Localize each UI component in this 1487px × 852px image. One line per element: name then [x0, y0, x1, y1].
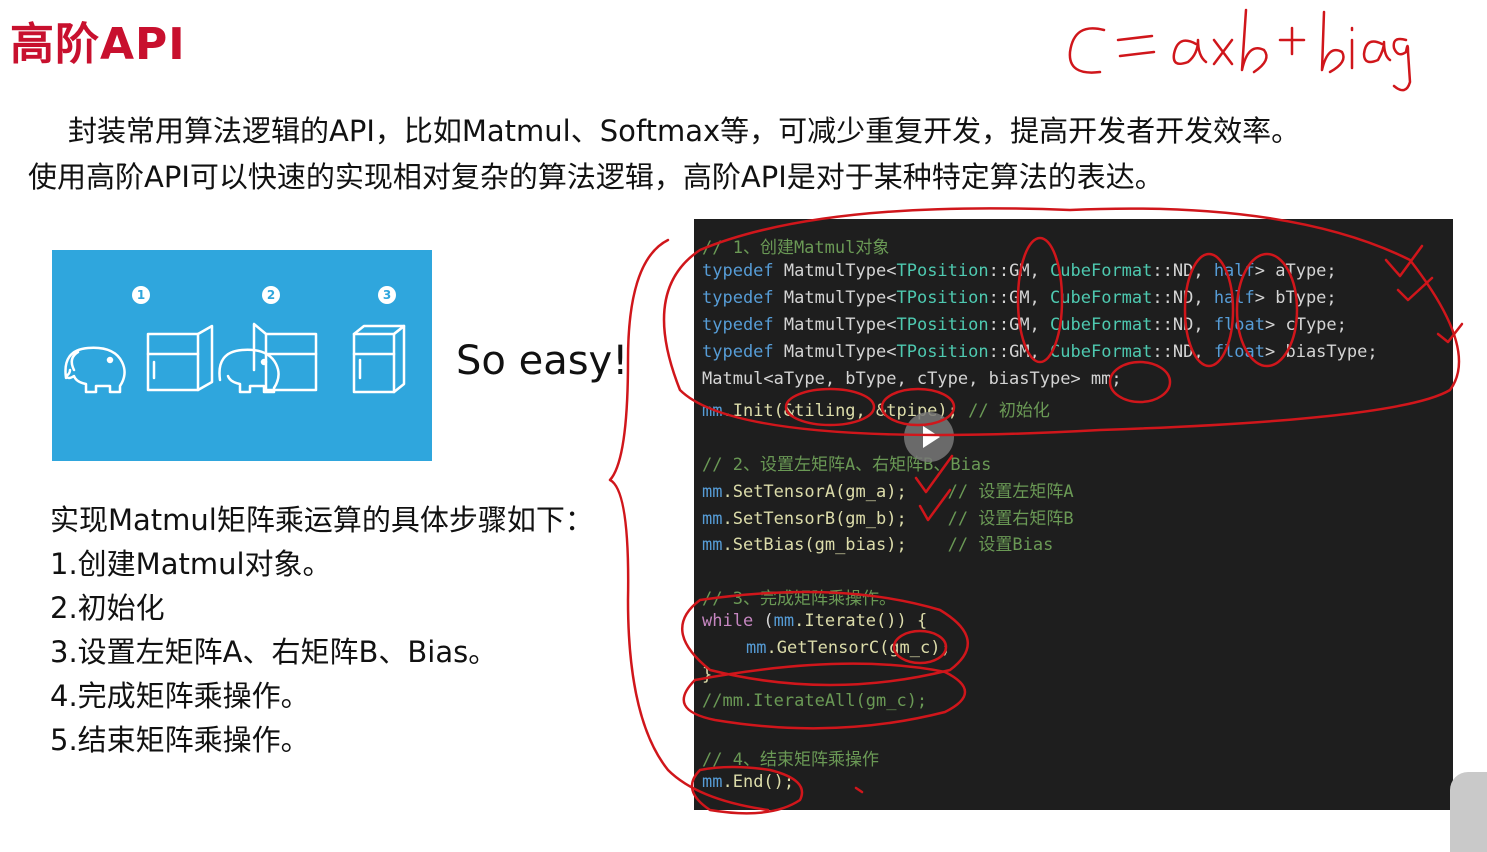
fridge-icon — [146, 324, 214, 392]
so-easy-caption: So easy! — [456, 338, 629, 384]
code-comment: // 3、完成矩阵乘操作。 — [702, 589, 896, 609]
code-token: TPosition — [896, 342, 989, 362]
fridge-icon — [252, 322, 318, 392]
code-token: MatmulType< — [773, 288, 897, 308]
elephant-icon — [218, 348, 280, 394]
code-token: .GetTensorC(gm_c); — [766, 638, 951, 658]
code-token: typedef — [702, 315, 774, 335]
code-token: // 设置左矩阵A — [947, 482, 1074, 502]
code-token: .SetTensorA(gm_a); — [722, 482, 948, 502]
code-token: TPosition — [896, 288, 989, 308]
intro-line-2: 使用高阶API可以快速的实现相对复杂的算法逻辑，高阶API是对于某种特定算法的表… — [28, 160, 1164, 194]
code-token: // 设置右矩阵B — [947, 509, 1074, 529]
code-token: while — [702, 611, 754, 631]
code-line-typedef-bias: typedef MatmulType<TPosition::GM, CubeFo… — [702, 342, 1378, 362]
code-token: TPosition — [896, 261, 989, 281]
code-line-typedef-b: typedef MatmulType<TPosition::GM, CubeFo… — [702, 288, 1337, 308]
code-line-matmul-decl: Matmul<aType, bType, cType, biasType> mm… — [702, 369, 1122, 389]
code-token: .SetTensorB(gm_b); — [722, 509, 948, 529]
code-token: ::GM, — [988, 261, 1051, 281]
code-token: ::ND, — [1152, 261, 1214, 281]
code-token: half — [1213, 288, 1255, 308]
step-badge-2: 2 — [262, 286, 280, 304]
code-token: mm — [702, 772, 723, 792]
code-token: CubeFormat — [1050, 261, 1153, 281]
step-item: 5.结束矩阵乘操作。 — [50, 723, 310, 757]
code-token: MatmulType< — [773, 342, 897, 362]
steps-heading: 实现Matmul矩阵乘运算的具体步骤如下： — [50, 503, 594, 537]
step-item: 3.设置左矩阵A、右矩阵B、Bias。 — [50, 635, 498, 669]
step-item: 4.完成矩阵乘操作。 — [50, 679, 310, 713]
code-line-iterate-all: //mm.IterateAll(gm_c); — [702, 691, 928, 711]
code-token: .End(); — [722, 772, 795, 792]
code-token: mm — [746, 638, 767, 658]
code-token: .Iterate()) { — [794, 611, 928, 631]
code-line-typedef-c: typedef MatmulType<TPosition::GM, CubeFo… — [702, 315, 1347, 335]
slide-title: 高阶API — [10, 19, 186, 70]
code-comment: // 1、创建Matmul对象 — [702, 238, 890, 258]
code-line-while: while (mm.Iterate()) { — [702, 611, 927, 631]
code-token: CubeFormat — [1050, 342, 1153, 362]
intro-text: 封装常用算法逻辑的API，比如Matmul、Softmax等，可减少重复开发，提… — [28, 108, 1448, 200]
code-comment: // 4、结束矩阵乘操作 — [702, 750, 879, 770]
code-panel: // 1、创建Matmul对象 typedef MatmulType<TPosi… — [694, 219, 1453, 810]
code-line-close-brace: } — [702, 665, 713, 685]
code-line-typedef-a: typedef MatmulType<TPosition::GM, CubeFo… — [702, 261, 1337, 281]
code-token: .SetBias(gm_bias); — [722, 535, 948, 555]
code-token: > cType; — [1265, 315, 1347, 335]
code-line-set-bias: mm.SetBias(gm_bias); // 设置Bias — [702, 530, 1053, 555]
code-line-set-a: mm.SetTensorA(gm_a); // 设置左矩阵A — [702, 477, 1074, 502]
code-token: CubeFormat — [1050, 315, 1153, 335]
code-token: CubeFormat — [1050, 288, 1153, 308]
illustration-drawing — [64, 322, 406, 394]
code-token: typedef — [702, 342, 774, 362]
code-token: float — [1213, 342, 1265, 362]
code-token: float — [1213, 315, 1265, 335]
code-line-end: mm.End(); — [702, 772, 794, 792]
code-token: typedef — [702, 288, 774, 308]
code-token: mm — [773, 611, 795, 631]
code-token: mm — [702, 401, 723, 421]
code-token: MatmulType< — [773, 261, 897, 281]
intro-line-1: 封装常用算法逻辑的API，比如Matmul、Softmax等，可减少重复开发，提… — [68, 114, 1301, 148]
code-token: > biasType; — [1265, 342, 1378, 362]
code-token: // 设置Bias — [947, 535, 1054, 555]
code-token: ::ND, — [1152, 315, 1214, 335]
code-token: ::ND, — [1152, 288, 1214, 308]
code-token: > aType; — [1254, 261, 1337, 281]
code-token: ::ND, — [1152, 342, 1214, 362]
code-token: TPosition — [896, 315, 989, 335]
code-token: mm — [702, 509, 723, 529]
code-token: > bType; — [1254, 288, 1337, 308]
step-badge-3: 3 — [378, 286, 396, 304]
code-token: MatmulType< — [773, 315, 897, 335]
code-token: ( — [753, 611, 774, 631]
code-token: // 初始化 — [968, 401, 1050, 421]
step-badge-1: 1 — [132, 286, 150, 304]
handwritten-formula — [1068, 8, 1412, 92]
step-item: 2.初始化 — [50, 591, 165, 625]
code-token: ::GM, — [988, 288, 1051, 308]
code-token: typedef — [702, 261, 774, 281]
code-token: ::GM, — [988, 315, 1051, 335]
code-token: half — [1213, 261, 1255, 281]
code-token: mm — [702, 535, 723, 555]
code-token: mm — [702, 482, 723, 502]
fridge-icon — [352, 324, 406, 394]
step-item: 1.创建Matmul对象。 — [50, 547, 332, 581]
code-comment: // 2、设置左矩阵A、右矩阵B、Bias — [702, 455, 992, 475]
code-line-set-b: mm.SetTensorB(gm_b); // 设置右矩阵B — [702, 504, 1074, 529]
elephant-icon — [64, 346, 126, 394]
code-line-get-c: mm.GetTensorC(gm_c); — [746, 638, 951, 658]
steps-list: 实现Matmul矩阵乘运算的具体步骤如下： 1.创建Matmul对象。 2.初始… — [50, 498, 630, 762]
presenter-partial — [1450, 772, 1487, 852]
elephant-fridge-illustration: 1 2 3 — [52, 250, 432, 461]
video-play-button[interactable] — [904, 412, 954, 462]
code-token: ::GM, — [988, 342, 1051, 362]
code-line-init: mm.Init(&tiling, &tpipe); // 初始化 — [702, 396, 1050, 421]
